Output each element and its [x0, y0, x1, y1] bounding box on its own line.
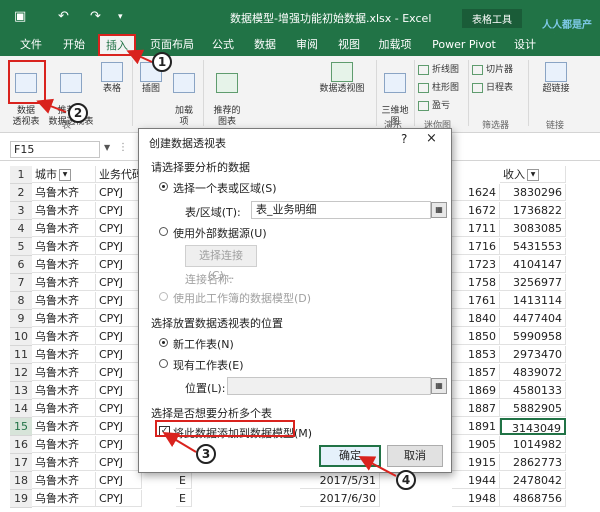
step-callout-4: 4: [396, 470, 416, 490]
arrow-to-pivot-button: [36, 98, 67, 114]
step-callout-3: 3: [196, 444, 216, 464]
arrow-to-ok-button: [358, 456, 397, 477]
arrow-to-insert-tab: [126, 49, 153, 65]
step-callout-1: 1: [152, 52, 172, 72]
annotation-arrows: [36, 49, 397, 477]
arrow-to-checkbox: [162, 431, 197, 453]
step-callout-2: 2: [68, 103, 88, 123]
